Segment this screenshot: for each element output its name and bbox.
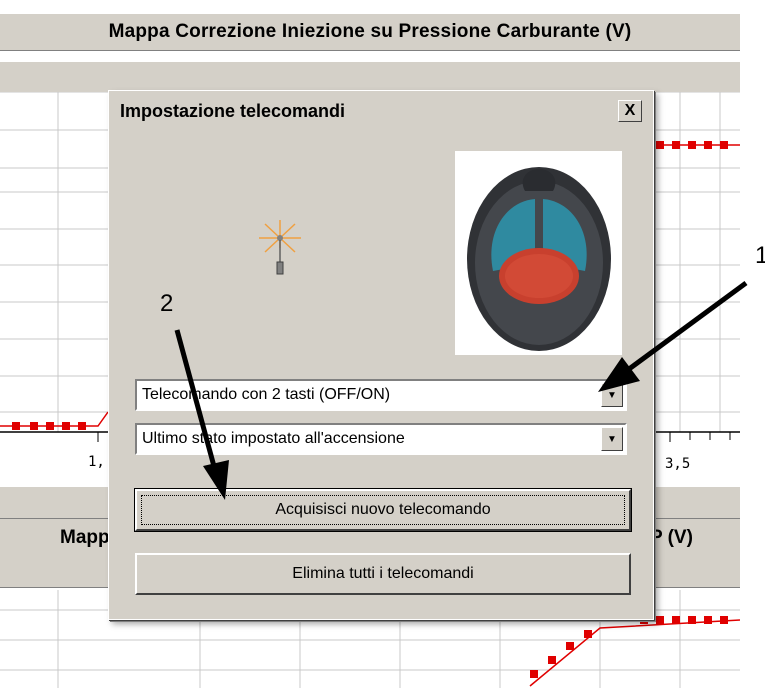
callout-2: 2	[160, 290, 174, 317]
callout-1: 1	[755, 242, 765, 269]
annotation-arrows	[174, 280, 748, 500]
